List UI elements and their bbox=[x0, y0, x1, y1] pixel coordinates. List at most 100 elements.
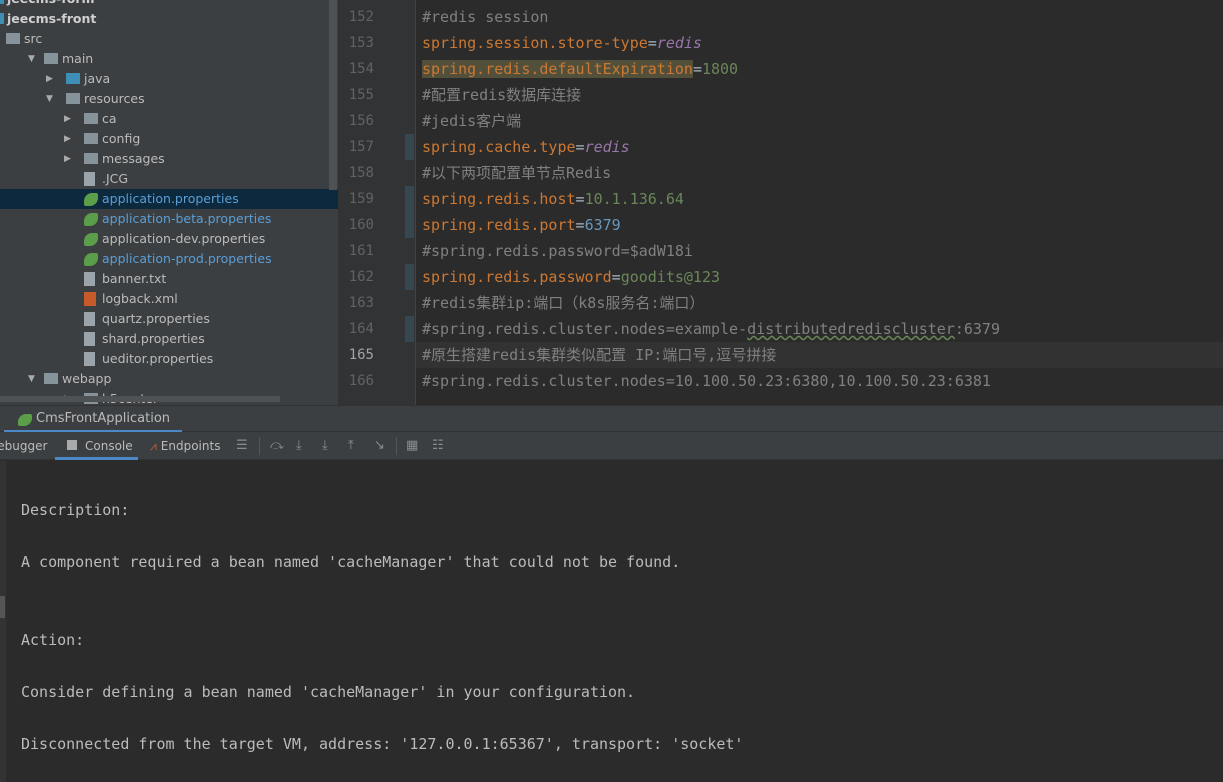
expand-arrow-icon[interactable]: ▼ bbox=[28, 369, 35, 389]
evaluate-expression-icon[interactable]: ▦ bbox=[406, 438, 418, 453]
code-line[interactable]: spring.cache.type=redis bbox=[422, 134, 630, 160]
tree-item-label: banner.txt bbox=[102, 271, 167, 286]
tree-item-label: ca bbox=[102, 111, 117, 126]
code-line[interactable]: #redis集群ip:端口（k8s服务名:端口） bbox=[422, 290, 704, 316]
change-marker[interactable] bbox=[405, 264, 414, 290]
tree-item[interactable]: ▼ webapp bbox=[0, 369, 338, 389]
console-output[interactable]: Description: A component required a bean … bbox=[0, 461, 1223, 782]
tab-console[interactable]: Console bbox=[55, 432, 138, 460]
collapse-arrow-icon[interactable]: ▶ bbox=[64, 129, 71, 149]
line-number: 152 bbox=[348, 9, 374, 25]
code-line[interactable]: #spring.redis.password=$adW18i bbox=[422, 238, 693, 264]
tree-item[interactable]: .JCG bbox=[0, 169, 338, 189]
change-marker[interactable] bbox=[405, 212, 414, 238]
trace-icon[interactable]: ☷ bbox=[432, 438, 444, 453]
module-icon bbox=[0, 13, 4, 24]
tree-item-label: application-dev.properties bbox=[102, 231, 266, 246]
folder-icon bbox=[84, 153, 98, 164]
tree-item[interactable]: application-beta.properties bbox=[0, 209, 338, 229]
code-token: spring.redis.password bbox=[422, 268, 612, 286]
tree-item-label: src bbox=[24, 31, 43, 46]
code-line[interactable]: #spring.redis.cluster.nodes=10.100.50.23… bbox=[422, 368, 991, 394]
project-tree[interactable]: jeecms-form jeecms-front src ▼ main ▶ java ▼ res… bbox=[0, 0, 338, 405]
tree-item[interactable]: ▶ config bbox=[0, 129, 338, 149]
line-number: 160 bbox=[348, 217, 374, 233]
code-line[interactable]: #配置redis数据库连接 bbox=[422, 82, 581, 108]
run-to-cursor-icon[interactable]: ↘ bbox=[374, 438, 385, 453]
line-number: 153 bbox=[348, 35, 374, 51]
collapse-arrow-icon[interactable]: ▶ bbox=[46, 69, 53, 89]
spring-properties-icon bbox=[84, 193, 98, 206]
code-token: = bbox=[575, 138, 585, 156]
text-file-icon bbox=[84, 272, 95, 286]
line-number: 154 bbox=[348, 61, 374, 77]
tree-item-label: config bbox=[102, 131, 141, 146]
tree-item[interactable]: application.properties bbox=[0, 189, 338, 209]
code-token: = bbox=[575, 190, 585, 208]
tree-item[interactable]: jeecms-form bbox=[0, 0, 338, 9]
tree-item[interactable]: logback.xml bbox=[0, 289, 338, 309]
code-line[interactable]: #spring.redis.cluster.nodes=example-dist… bbox=[422, 316, 1000, 342]
code-token: = bbox=[611, 268, 621, 286]
code-line[interactable]: #原生搭建redis集群类似配置 IP:端口号,逗号拼接 bbox=[422, 342, 776, 368]
run-tab-cmsfrontapplication[interactable]: CmsFrontApplication ✕ bbox=[4, 406, 182, 452]
properties-file-icon bbox=[84, 332, 95, 346]
code-line[interactable]: spring.redis.host=10.1.136.64 bbox=[422, 186, 684, 212]
line-number: 159 bbox=[348, 191, 374, 207]
code-token: goodits@123 bbox=[620, 268, 721, 286]
code-editor[interactable]: #redis session spring.session.store-type=… bbox=[416, 0, 1223, 405]
tree-item[interactable]: ▼ resources bbox=[0, 89, 338, 109]
code-token: distributedrediscluster bbox=[747, 320, 955, 338]
code-line[interactable]: #redis session bbox=[422, 4, 548, 30]
tree-item[interactable]: ▼ main bbox=[0, 49, 338, 69]
step-into-icon[interactable]: ⤓ bbox=[322, 438, 328, 453]
tree-item[interactable]: ▶ ca bbox=[0, 109, 338, 129]
collapse-arrow-icon[interactable]: ▶ bbox=[64, 149, 71, 169]
code-token: = bbox=[692, 60, 702, 78]
expand-arrow-icon[interactable]: ▼ bbox=[46, 89, 53, 109]
line-number: 156 bbox=[348, 113, 374, 129]
tree-item[interactable]: src bbox=[0, 29, 338, 49]
expand-arrow-icon[interactable]: ▼ bbox=[28, 49, 35, 69]
tree-item[interactable]: ueditor.properties bbox=[0, 349, 338, 369]
console-line: Action: bbox=[21, 631, 85, 649]
tree-item[interactable]: banner.txt bbox=[0, 269, 338, 289]
change-marker[interactable] bbox=[405, 134, 414, 160]
tree-item[interactable]: ▶ java bbox=[0, 69, 338, 89]
collapse-arrow-icon[interactable]: ▶ bbox=[64, 109, 71, 129]
xml-file-icon bbox=[84, 292, 96, 306]
code-token: #redis session bbox=[422, 8, 549, 26]
code-line[interactable]: spring.session.store-type=redis bbox=[422, 30, 702, 56]
folder-icon bbox=[44, 53, 58, 64]
step-out-icon[interactable]: ⤒ bbox=[348, 438, 354, 453]
code-line[interactable]: #以下两项配置单节点Redis bbox=[422, 160, 611, 186]
code-token: #原生搭建redis集群类似配置 IP:端口号,逗号拼接 bbox=[422, 346, 777, 364]
tab-debugger[interactable]: Debugger bbox=[0, 432, 47, 460]
folder-icon bbox=[6, 33, 20, 44]
tree-item[interactable]: quartz.properties bbox=[0, 309, 338, 329]
change-marker[interactable] bbox=[405, 316, 414, 342]
tree-item[interactable]: shard.properties bbox=[0, 329, 338, 349]
folder-icon bbox=[84, 113, 98, 124]
code-token: #spring.redis.cluster.nodes=10.100.50.23… bbox=[422, 372, 991, 390]
show-execution-point-icon[interactable]: ⤼ bbox=[270, 438, 284, 453]
scrollbar[interactable] bbox=[0, 396, 280, 402]
tree-item-label: jeecms-front bbox=[7, 11, 97, 26]
code-line[interactable]: spring.redis.password=goodits@123 bbox=[422, 264, 720, 290]
step-over-icon[interactable]: ⤓ bbox=[296, 438, 302, 453]
tree-item[interactable]: application-dev.properties bbox=[0, 229, 338, 249]
tree-item[interactable]: application-prod.properties bbox=[0, 249, 338, 269]
scrollbar[interactable] bbox=[329, 0, 337, 190]
tab-endpoints[interactable]: ⩘ Endpoints bbox=[150, 432, 220, 460]
tree-item-label: main bbox=[62, 51, 94, 66]
code-line[interactable]: #jedis客户端 bbox=[422, 108, 521, 134]
code-line[interactable]: spring.redis.port=6379 bbox=[422, 212, 621, 238]
tree-item[interactable]: ▶ messages bbox=[0, 149, 338, 169]
tree-item[interactable]: jeecms-front bbox=[0, 9, 338, 29]
change-marker[interactable] bbox=[405, 186, 414, 212]
menu-icon[interactable]: ☰ bbox=[236, 438, 248, 453]
spring-properties-icon bbox=[84, 253, 98, 266]
code-line[interactable]: spring.redis.defaultExpiration=1800 bbox=[422, 56, 738, 82]
run-panel: CmsFrontApplication ✕ Debugger Console ⩘… bbox=[0, 405, 1223, 782]
code-token: spring.redis.host bbox=[422, 190, 576, 208]
